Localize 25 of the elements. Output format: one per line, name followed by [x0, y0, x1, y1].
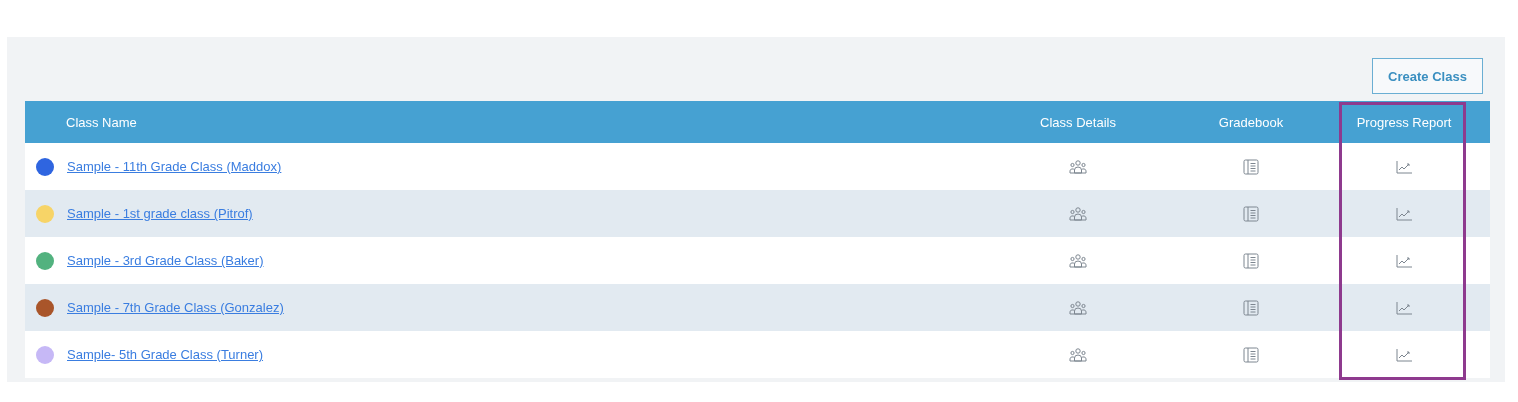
book-icon[interactable] — [1243, 205, 1259, 222]
class-link[interactable]: Sample - 3rd Grade Class (Baker) — [67, 253, 264, 268]
people-icon[interactable] — [1069, 253, 1087, 268]
class-link[interactable]: Sample - 1st grade class (Pitrof) — [67, 206, 253, 221]
chart-icon[interactable] — [1396, 253, 1412, 268]
column-header: Gradebook — [1218, 114, 1284, 130]
people-icon[interactable] — [1069, 159, 1087, 174]
people-icon[interactable] — [1069, 300, 1087, 315]
people-icon[interactable] — [1069, 206, 1087, 221]
chart-icon[interactable] — [1396, 206, 1412, 221]
book-icon[interactable] — [1243, 299, 1259, 316]
column-header: Class Name — [66, 114, 137, 130]
book-icon[interactable] — [1243, 158, 1259, 175]
book-icon[interactable] — [1243, 252, 1259, 269]
chart-icon[interactable] — [1396, 300, 1412, 315]
column-header: Class Details — [1040, 114, 1116, 130]
people-icon[interactable] — [1069, 347, 1087, 362]
class-link[interactable]: Sample - 11th Grade Class (Maddox) — [67, 159, 282, 174]
create-class-button[interactable]: Create Class — [1372, 58, 1483, 94]
chart-icon[interactable] — [1396, 347, 1412, 362]
book-icon[interactable] — [1243, 346, 1259, 363]
chart-icon[interactable] — [1396, 159, 1412, 174]
class-link[interactable]: Sample - 7th Grade Class (Gonzalez) — [67, 300, 284, 315]
column-header: Progress Report — [1356, 114, 1452, 130]
class-link[interactable]: Sample- 5th Grade Class (Turner) — [67, 347, 264, 362]
